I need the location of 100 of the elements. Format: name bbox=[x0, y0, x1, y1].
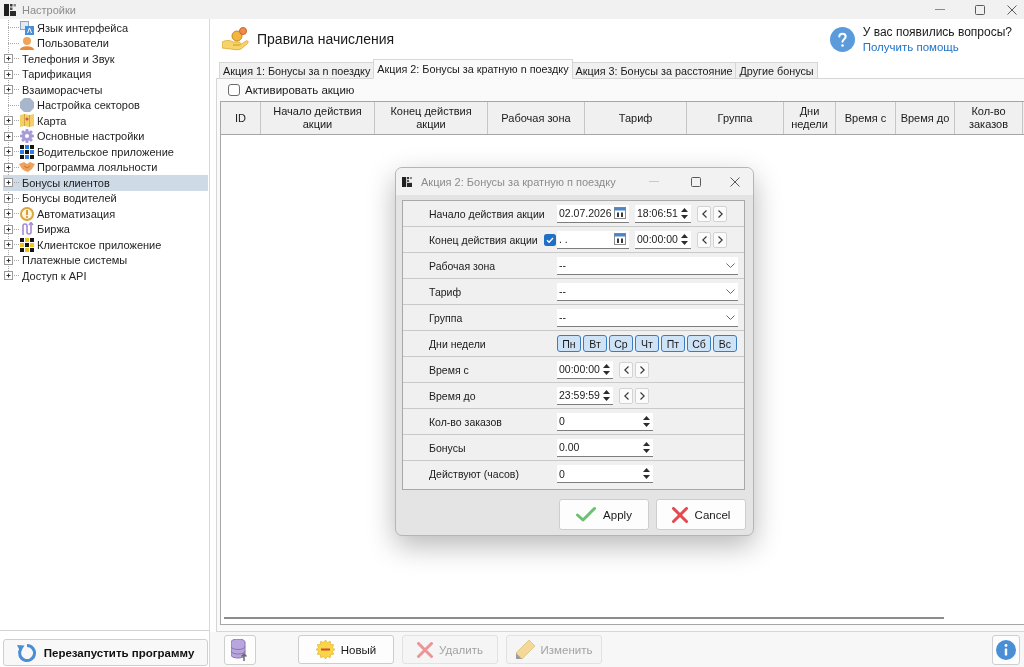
tree-item[interactable]: Тарификация bbox=[3, 66, 208, 82]
day-toggle[interactable]: Пн bbox=[557, 335, 581, 352]
expand-icon[interactable] bbox=[4, 193, 13, 203]
dropdown[interactable]: -- bbox=[557, 282, 738, 301]
day-toggle[interactable]: Ср bbox=[609, 335, 633, 352]
apply-button[interactable]: Apply bbox=[559, 499, 649, 530]
expand-icon[interactable] bbox=[4, 85, 13, 95]
tree-item[interactable]: Биржа bbox=[3, 221, 208, 237]
expand-icon[interactable] bbox=[4, 69, 13, 79]
tab[interactable]: Акция 3: Бонусы за расстояние bbox=[571, 62, 737, 79]
tab[interactable]: Акция 2: Бонусы за кратную n поездку bbox=[373, 59, 573, 79]
previous-button[interactable] bbox=[619, 361, 633, 378]
cancel-button[interactable]: Cancel bbox=[656, 499, 746, 530]
spinner-arrows-icon[interactable] bbox=[603, 363, 610, 375]
tree-item[interactable]: Основные настройки bbox=[3, 128, 208, 144]
tree-item[interactable]: Клиентское приложение bbox=[3, 237, 208, 253]
tree-item[interactable]: Доступ к API bbox=[3, 268, 208, 284]
restart-button[interactable]: Перезапустить программу bbox=[3, 639, 208, 666]
checkbox[interactable] bbox=[543, 233, 556, 246]
expand-icon[interactable] bbox=[4, 224, 13, 234]
day-toggle[interactable]: Пт bbox=[661, 335, 685, 352]
spinner-arrows-icon[interactable] bbox=[643, 441, 650, 453]
tree-item[interactable]: Взаиморасчеты bbox=[3, 82, 208, 98]
loop-arrows-icon bbox=[20, 222, 34, 237]
page-title: Правила начисления bbox=[257, 31, 395, 47]
previous-button[interactable] bbox=[619, 387, 633, 404]
previous-button[interactable] bbox=[697, 231, 711, 248]
expand-icon[interactable] bbox=[4, 162, 13, 172]
day-toggle[interactable]: Сб bbox=[687, 335, 711, 352]
day-toggle[interactable]: Вс bbox=[713, 335, 737, 352]
number-field[interactable]: 0 bbox=[557, 412, 653, 431]
chevron-left-icon bbox=[701, 235, 707, 244]
horizontal-scrollbar[interactable] bbox=[224, 617, 944, 619]
calendar-icon[interactable] bbox=[614, 233, 626, 245]
tree-item[interactable]: Телефония и Звук bbox=[3, 51, 208, 67]
expand-icon[interactable] bbox=[4, 209, 13, 219]
tab[interactable]: Другие бонусы bbox=[735, 62, 818, 79]
chevron-down-icon[interactable] bbox=[726, 314, 735, 320]
date-field[interactable]: . . bbox=[557, 230, 629, 249]
tree-item[interactable]: Бонусы водителей bbox=[3, 190, 208, 206]
spinner-arrows-icon[interactable] bbox=[643, 468, 650, 479]
help-link[interactable]: Получить помощь bbox=[862, 41, 1012, 53]
expand-icon[interactable] bbox=[4, 131, 13, 141]
tab[interactable]: Акция 1: Бонусы за n поездку bbox=[219, 62, 375, 79]
checkbox-label[interactable]: Активировать акцию bbox=[245, 84, 355, 96]
day-toggle[interactable]: Чт bbox=[635, 335, 659, 352]
dropdown[interactable]: -- bbox=[557, 256, 738, 275]
time-field[interactable]: 18:06:51 bbox=[635, 204, 691, 223]
tree-item[interactable]: Автоматизация bbox=[3, 206, 208, 222]
tree-item[interactable]: Карта bbox=[3, 113, 208, 129]
tree-item[interactable]: Водительское приложение bbox=[3, 144, 208, 160]
column-header: Группа bbox=[687, 102, 784, 134]
info-button[interactable] bbox=[992, 634, 1020, 665]
spinner-arrows-icon[interactable] bbox=[643, 415, 650, 427]
calendar-icon[interactable] bbox=[614, 207, 626, 219]
dropdown[interactable]: -- bbox=[557, 308, 738, 327]
date-field[interactable]: 02.07.2026 bbox=[557, 204, 629, 223]
expand-icon[interactable] bbox=[4, 54, 13, 64]
expand-icon[interactable] bbox=[4, 271, 13, 281]
tree-item[interactable]: Язык интерфейса bbox=[3, 20, 208, 36]
expand-icon[interactable] bbox=[4, 116, 13, 126]
previous-button[interactable] bbox=[697, 205, 711, 222]
database-icon bbox=[231, 638, 249, 661]
cross-icon bbox=[417, 641, 434, 658]
time-field[interactable]: 00:00:00 bbox=[635, 230, 691, 249]
app-logo-icon bbox=[402, 176, 412, 187]
time-field[interactable]: 00:00:00 bbox=[557, 360, 613, 379]
next-button[interactable] bbox=[635, 387, 649, 404]
tree-item[interactable]: Пользователи bbox=[3, 35, 208, 51]
chevron-down-icon[interactable] bbox=[726, 288, 735, 294]
expand-icon[interactable] bbox=[4, 147, 13, 157]
spinner-arrows-icon[interactable] bbox=[681, 207, 688, 219]
number-field[interactable]: 0.00 bbox=[557, 438, 653, 457]
database-button[interactable] bbox=[224, 634, 256, 665]
chevron-right-icon bbox=[639, 391, 645, 400]
alert-circle-icon bbox=[20, 206, 34, 221]
next-button[interactable] bbox=[635, 361, 649, 378]
spinner-arrows-icon[interactable] bbox=[603, 389, 610, 401]
tree-item[interactable]: Бонусы клиентов bbox=[3, 175, 208, 191]
expand-icon[interactable] bbox=[4, 240, 13, 250]
next-button[interactable] bbox=[713, 205, 727, 222]
gear-icon bbox=[20, 129, 34, 144]
time-field[interactable]: 23:59:59 bbox=[557, 386, 613, 405]
expand-icon[interactable] bbox=[4, 255, 13, 265]
tree-item[interactable]: Настройка секторов bbox=[3, 97, 208, 113]
chevron-left-icon bbox=[701, 209, 707, 218]
help-icon[interactable] bbox=[829, 26, 855, 52]
field-label: Время до bbox=[429, 389, 476, 402]
number-field[interactable]: 0 bbox=[557, 465, 653, 483]
next-button[interactable] bbox=[713, 231, 727, 248]
tree-item[interactable]: Программа лояльности bbox=[3, 159, 208, 175]
column-header: Дни недели bbox=[784, 102, 836, 134]
spinner-arrows-icon[interactable] bbox=[681, 233, 688, 245]
day-toggle[interactable]: Вт bbox=[583, 335, 607, 352]
checkbox[interactable] bbox=[228, 84, 240, 96]
tree-item[interactable]: Платежные системы bbox=[3, 252, 208, 268]
column-header: Начало действия акции bbox=[261, 102, 375, 134]
toolbar-button[interactable]: Новый bbox=[298, 635, 394, 664]
chevron-down-icon[interactable] bbox=[726, 262, 735, 268]
expand-icon[interactable] bbox=[4, 178, 13, 188]
